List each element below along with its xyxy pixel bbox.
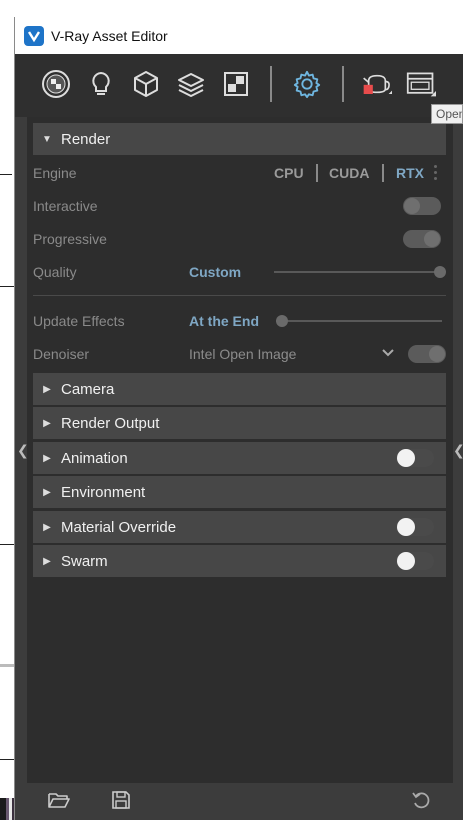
update-effects-label: Update Effects bbox=[33, 313, 125, 329]
asset-editor-window: V-Ray Asset Editor ▼ Render Engine CPU C… bbox=[14, 17, 463, 820]
interactive-toggle[interactable] bbox=[403, 197, 441, 215]
screen: V-Ray Asset Editor ▼ Render Engine CPU C… bbox=[0, 0, 463, 820]
denoiser-select[interactable]: Intel Open Image bbox=[189, 346, 296, 362]
section-title: Material Override bbox=[61, 518, 177, 536]
expand-triangle-icon: ▶ bbox=[43, 452, 51, 464]
render-teapot-icon[interactable] bbox=[362, 69, 392, 99]
chevron-down-icon[interactable] bbox=[381, 346, 395, 365]
render-output-section-header[interactable]: ▶ Render Output bbox=[33, 407, 446, 439]
tooltip: Open bbox=[431, 104, 463, 124]
denoiser-label: Denoiser bbox=[33, 346, 90, 362]
update-effects-value[interactable]: At the End bbox=[189, 313, 259, 329]
title-bar[interactable]: V-Ray Asset Editor bbox=[15, 17, 463, 54]
denoiser-toggle[interactable] bbox=[408, 345, 446, 363]
render-settings-panel: ▼ Render Engine CPU CUDA RTX Interactive… bbox=[27, 117, 453, 783]
footer-bar bbox=[15, 783, 463, 820]
expand-right-panel-icon[interactable]: ❮ bbox=[453, 442, 463, 459]
engine-separator bbox=[382, 164, 384, 182]
expand-triangle-icon: ▶ bbox=[43, 521, 51, 533]
toolbar-separator bbox=[342, 66, 344, 102]
background-line bbox=[0, 174, 12, 175]
material-override-section-header[interactable]: ▶ Material Override bbox=[33, 511, 446, 543]
window-title: V-Ray Asset Editor bbox=[51, 27, 168, 44]
save-icon[interactable] bbox=[109, 789, 133, 811]
settings-icon[interactable] bbox=[292, 69, 322, 99]
camera-section-header[interactable]: ▶ Camera bbox=[33, 373, 446, 405]
progressive-label: Progressive bbox=[33, 231, 107, 247]
engine-cuda-button[interactable]: CUDA bbox=[329, 165, 369, 181]
background-line bbox=[0, 664, 14, 667]
update-effects-slider-track[interactable] bbox=[276, 320, 442, 322]
progressive-toggle[interactable] bbox=[403, 230, 441, 248]
animation-toggle[interactable] bbox=[396, 449, 434, 467]
open-folder-icon[interactable] bbox=[47, 789, 71, 811]
background-line bbox=[0, 286, 14, 287]
background-line bbox=[0, 544, 14, 545]
swarm-toggle[interactable] bbox=[396, 552, 434, 570]
engine-separator bbox=[316, 164, 318, 182]
expand-triangle-icon: ▶ bbox=[43, 383, 51, 395]
environment-section-header[interactable]: ▶ Environment bbox=[33, 476, 446, 508]
section-title: Render Output bbox=[61, 414, 160, 432]
reset-icon[interactable] bbox=[409, 789, 433, 811]
layers-icon[interactable] bbox=[176, 69, 206, 99]
lights-icon[interactable] bbox=[86, 69, 116, 99]
expand-triangle-icon: ▶ bbox=[43, 555, 51, 567]
material-override-toggle[interactable] bbox=[396, 518, 434, 536]
collapse-triangle-icon: ▼ bbox=[42, 133, 52, 145]
engine-cpu-button[interactable]: CPU bbox=[274, 165, 304, 181]
section-divider bbox=[33, 295, 446, 296]
textures-icon[interactable] bbox=[221, 69, 251, 99]
quality-slider-track[interactable] bbox=[274, 271, 440, 273]
section-title: Environment bbox=[61, 483, 146, 501]
frame-buffer-icon[interactable] bbox=[406, 69, 436, 99]
quality-slider-knob[interactable] bbox=[434, 266, 446, 278]
more-options-icon[interactable] bbox=[434, 165, 438, 180]
toolbar bbox=[15, 54, 463, 117]
section-title: Swarm bbox=[61, 552, 108, 570]
swarm-section-header[interactable]: ▶ Swarm bbox=[33, 545, 446, 577]
interactive-label: Interactive bbox=[33, 198, 98, 214]
engine-rtx-button[interactable]: RTX bbox=[396, 165, 424, 181]
section-title: Render bbox=[61, 130, 111, 148]
vray-logo-icon bbox=[24, 25, 44, 46]
render-section-header[interactable]: ▼ Render bbox=[33, 123, 446, 155]
engine-label: Engine bbox=[33, 165, 77, 181]
quality-value[interactable]: Custom bbox=[189, 264, 241, 280]
animation-section-header[interactable]: ▶ Animation bbox=[33, 442, 446, 474]
materials-icon[interactable] bbox=[41, 69, 71, 99]
expand-triangle-icon: ▶ bbox=[43, 486, 51, 498]
background-line bbox=[0, 759, 14, 760]
quality-label: Quality bbox=[33, 264, 77, 280]
toolbar-separator bbox=[270, 66, 272, 102]
geometry-icon[interactable] bbox=[131, 69, 161, 99]
update-effects-slider-knob[interactable] bbox=[276, 315, 288, 327]
section-title: Animation bbox=[61, 449, 128, 467]
section-title: Camera bbox=[61, 380, 115, 398]
collapse-left-panel-icon[interactable]: ❮ bbox=[17, 442, 29, 459]
expand-triangle-icon: ▶ bbox=[43, 417, 51, 429]
